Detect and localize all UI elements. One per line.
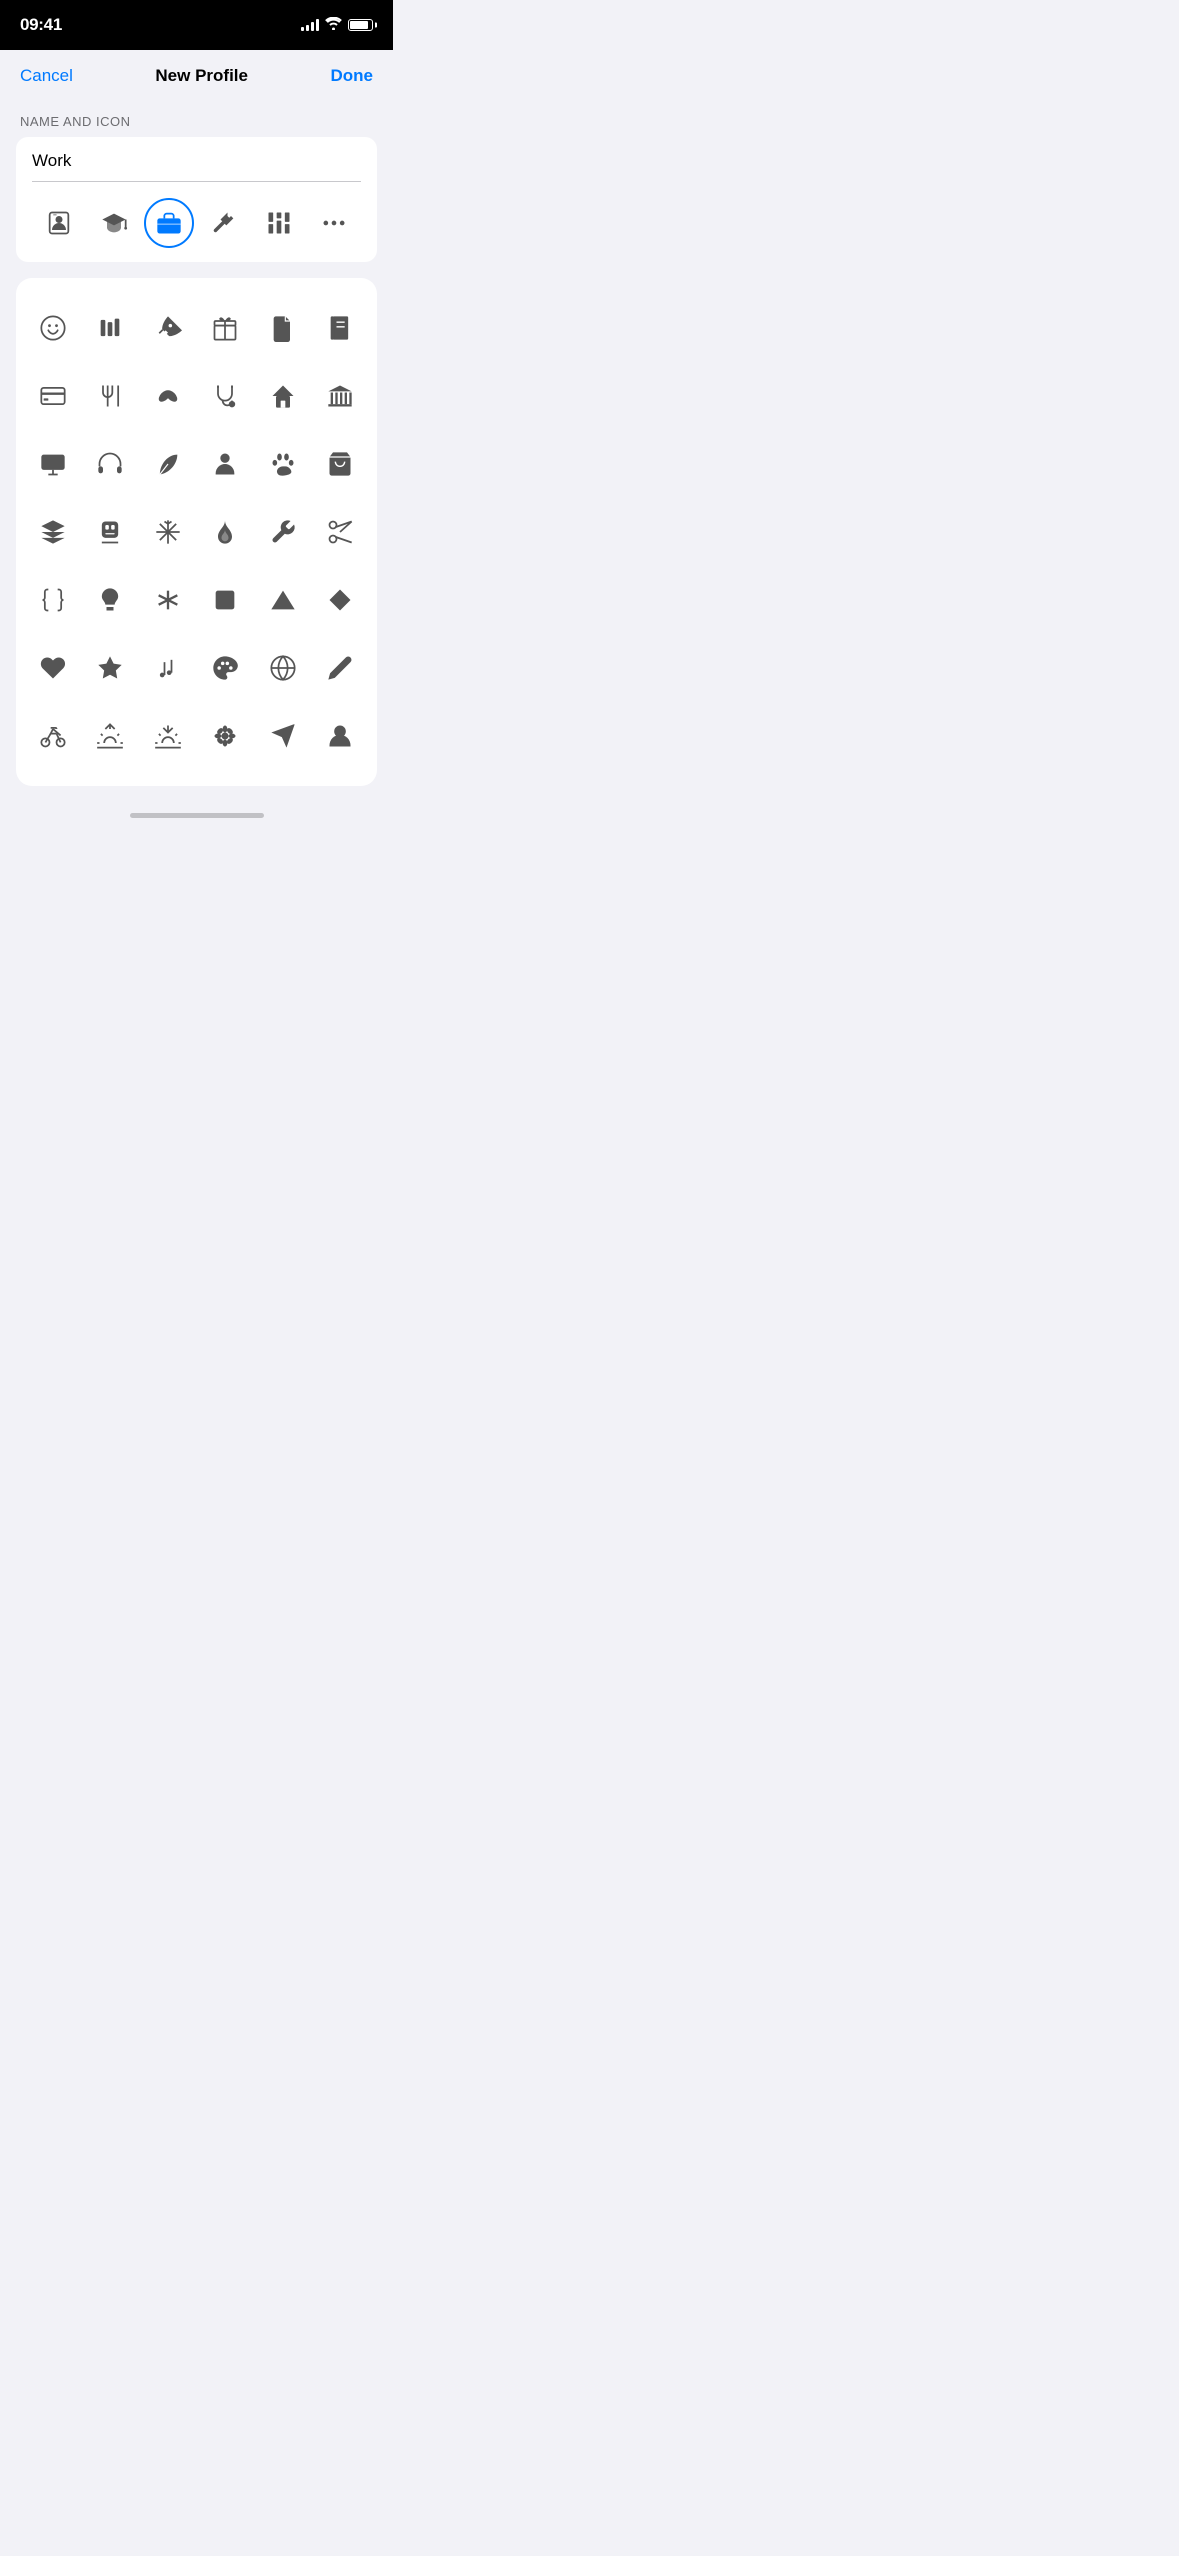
nav-bar: Cancel New Profile Done [0,50,393,98]
signal-icon [301,19,319,31]
grid-icon-pawprint[interactable] [254,430,312,498]
grid-icon-asterisk[interactable] [139,566,197,634]
grid-icon-box[interactable] [24,498,82,566]
grid-icon-pills[interactable] [139,362,197,430]
grid-icon-notebook[interactable] [312,294,370,362]
grid-icon-document[interactable] [254,294,312,362]
grid-icon-tools[interactable] [254,498,312,566]
grid-icon-sunset[interactable] [139,702,197,770]
icon-tab-person[interactable] [34,198,84,248]
status-icons [301,17,373,33]
grid-icon-palette[interactable] [197,634,255,702]
grid-icon-house[interactable] [254,362,312,430]
grid-icon-scissors[interactable] [312,498,370,566]
grid-icon-leaf[interactable] [139,430,197,498]
grid-icon-music[interactable] [139,634,197,702]
grid-icon-triangle[interactable] [254,566,312,634]
grid-icon-gift[interactable] [197,294,255,362]
grid-icon-snowflake[interactable] [139,498,197,566]
grid-icon-books[interactable] [82,294,140,362]
home-indicator [0,802,393,836]
grid-icon-utensils[interactable] [82,362,140,430]
icon-tab-more[interactable] [309,198,359,248]
icon-tab-hammer[interactable] [199,198,249,248]
wifi-icon [325,17,342,33]
status-bar: 09:41 [0,0,393,50]
grid-icon-flower[interactable] [197,702,255,770]
grid-icon-creditcard[interactable] [24,362,82,430]
icon-tab-briefcase[interactable] [144,198,194,248]
grid-icon-stethoscope[interactable] [197,362,255,430]
grid-icon-person[interactable] [197,430,255,498]
grid-icon-lightbulb[interactable] [82,566,140,634]
grid-icon-rocket[interactable] [139,294,197,362]
icon-grid [24,294,369,770]
grid-icon-globe[interactable] [254,634,312,702]
grid-icon-braces[interactable] [24,566,82,634]
grid-icon-sunrise[interactable] [82,702,140,770]
grid-icon-heart[interactable] [24,634,82,702]
icon-tab-bar [32,182,361,248]
icon-grid-card [16,278,377,786]
done-button[interactable]: Done [330,66,373,86]
grid-icon-bicycle[interactable] [24,702,82,770]
icon-tab-graduation[interactable] [89,198,139,248]
grid-icon-flame[interactable] [197,498,255,566]
battery-icon [348,19,373,31]
grid-icon-smiley[interactable] [24,294,82,362]
grid-icon-pencil[interactable] [312,634,370,702]
grid-icon-user[interactable] [312,702,370,770]
grid-icon-train[interactable] [82,498,140,566]
status-time: 09:41 [20,15,62,35]
section-label: NAME AND ICON [0,98,393,137]
grid-icon-bank[interactable] [312,362,370,430]
grid-icon-headphones[interactable] [82,430,140,498]
icon-tab-grid[interactable] [254,198,304,248]
grid-icon-square[interactable] [197,566,255,634]
name-icon-card [16,137,377,262]
grid-icon-diamond[interactable] [312,566,370,634]
name-input[interactable] [32,151,361,182]
grid-icon-airplane[interactable] [254,702,312,770]
grid-icon-monitor[interactable] [24,430,82,498]
grid-icon-star[interactable] [82,634,140,702]
grid-icon-cart[interactable] [312,430,370,498]
page-title: New Profile [155,66,248,86]
cancel-button[interactable]: Cancel [20,66,73,86]
